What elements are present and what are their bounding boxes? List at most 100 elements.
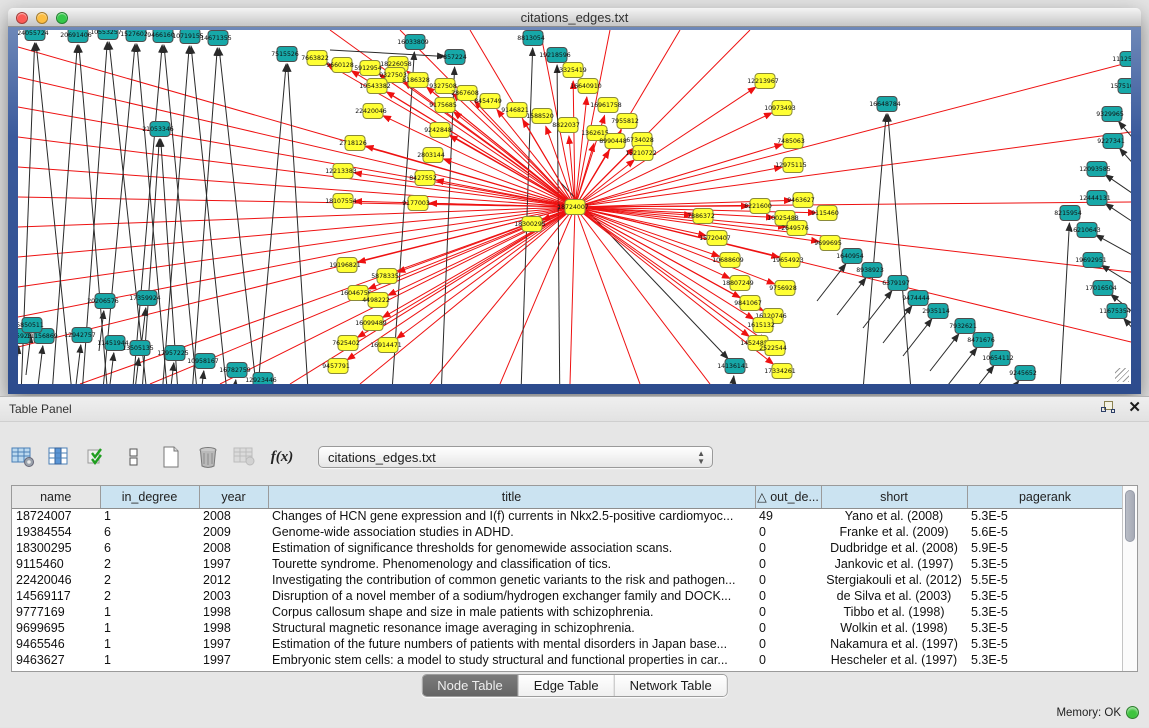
table-cell[interactable]: Stergiakouli et al. (2012)	[821, 572, 967, 588]
network-edge[interactable]	[109, 42, 150, 384]
new-table-icon[interactable]	[158, 444, 184, 470]
network-node[interactable]: 22420046	[355, 104, 387, 119]
table-select-dropdown[interactable]: citations_edges.txt ▲▼	[318, 446, 713, 468]
network-node[interactable]: 7485063	[777, 134, 805, 149]
memory-status-button[interactable]: Memory: OK	[1056, 706, 1139, 719]
network-node[interactable]: 5878335	[371, 269, 399, 284]
table-cell[interactable]: 1	[100, 508, 199, 524]
network-node[interactable]: 9175685	[429, 98, 457, 113]
network-edge[interactable]	[1105, 204, 1131, 230]
table-cell[interactable]: 1	[100, 620, 199, 636]
network-node[interactable]: 19654923	[772, 253, 804, 268]
network-node[interactable]: 9146821	[501, 103, 529, 118]
column-header[interactable]: in_degree	[100, 486, 199, 508]
table-cell[interactable]: 5.3E-5	[967, 620, 1123, 636]
table-cell[interactable]: 5.9E-5	[967, 540, 1123, 556]
table-cell[interactable]: 2	[100, 572, 199, 588]
network-edge[interactable]	[397, 207, 575, 338]
table-cell[interactable]: 1998	[199, 604, 268, 620]
network-node[interactable]: 2803144	[417, 148, 445, 163]
network-node[interactable]: 2935114	[922, 304, 950, 319]
column-header[interactable]: pagerank	[967, 486, 1123, 508]
network-node[interactable]: 11675354	[1099, 304, 1131, 319]
table-cell[interactable]: Hescheler et al. (1997)	[821, 652, 967, 668]
table-cell[interactable]: 9699695	[12, 620, 100, 636]
network-node[interactable]: 8471676	[967, 333, 995, 348]
network-node[interactable]: 20206576	[87, 294, 119, 309]
table-row[interactable]: 977716911998Corpus callosum shape and si…	[12, 604, 1123, 620]
network-node[interactable]: 9699695	[814, 236, 842, 251]
table-cell[interactable]: 0	[755, 652, 821, 668]
network-node[interactable]: 1527602	[120, 30, 148, 42]
table-row[interactable]: 1456911722003Disruption of a novel membe…	[12, 588, 1123, 604]
table-cell[interactable]: 5.3E-5	[967, 604, 1123, 620]
network-node[interactable]: 10553257	[90, 30, 122, 40]
table-cell[interactable]: Franke et al. (2009)	[821, 524, 967, 540]
table-cell[interactable]: Tibbo et al. (1998)	[821, 604, 967, 620]
network-edge[interactable]	[570, 207, 575, 384]
network-edge[interactable]	[1120, 148, 1131, 177]
network-node[interactable]: 5912954	[354, 61, 382, 76]
network-node[interactable]: 5850511	[18, 318, 44, 333]
network-node[interactable]: 9756928	[769, 281, 797, 296]
network-node[interactable]: 7663822	[301, 51, 329, 66]
table-cell[interactable]: 2009	[199, 524, 268, 540]
table-scrollbar-thumb[interactable]	[1125, 490, 1135, 542]
column-settings-icon[interactable]	[10, 444, 36, 470]
network-edge[interactable]	[948, 348, 977, 384]
network-edge[interactable]	[862, 114, 886, 384]
table-cell[interactable]: 1	[100, 636, 199, 652]
network-node[interactable]: 8215954	[1054, 206, 1082, 221]
table-cell[interactable]: 5.5E-5	[967, 572, 1123, 588]
table-cell[interactable]: 0	[755, 588, 821, 604]
network-node[interactable]: 17334261	[764, 364, 796, 379]
network-node[interactable]: 12444131	[1079, 191, 1111, 206]
network-edge[interactable]	[288, 64, 310, 384]
network-node[interactable]: 6379197	[882, 276, 910, 291]
table-cell[interactable]: 6	[100, 524, 199, 540]
network-node[interactable]: 13325419	[555, 63, 587, 78]
close-panel-icon[interactable]: ✕	[1128, 401, 1141, 415]
table-cell[interactable]: 1998	[199, 620, 268, 636]
network-edge[interactable]	[436, 180, 575, 207]
table-scrollbar[interactable]	[1122, 486, 1137, 671]
table-cell[interactable]: 1	[100, 604, 199, 620]
table-row[interactable]: 969969511998Structural magnetic resonanc…	[12, 620, 1123, 636]
network-node[interactable]: 9329965	[1096, 107, 1124, 122]
network-edge[interactable]	[38, 346, 43, 384]
network-node[interactable]: 17016504	[1085, 281, 1117, 296]
table-cell[interactable]: 18300295	[12, 540, 100, 556]
table-cell[interactable]: Investigating the contribution of common…	[268, 572, 755, 588]
table-cell[interactable]: 9115460	[12, 556, 100, 572]
network-node[interactable]: 16648784	[869, 97, 901, 112]
network-node[interactable]: 8427552	[409, 171, 437, 186]
network-node[interactable]: 19692951	[1075, 253, 1107, 268]
network-node[interactable]: 17957225	[157, 346, 189, 361]
network-edge[interactable]	[383, 207, 575, 318]
network-edge[interactable]	[358, 207, 575, 262]
network-edge[interactable]	[290, 207, 575, 384]
network-node[interactable]: 1640954	[836, 249, 864, 264]
network-node[interactable]: 9841067	[734, 296, 762, 311]
table-cell[interactable]: Disruption of a novel member of a sodium…	[268, 588, 755, 604]
network-edge[interactable]	[18, 207, 575, 287]
table-cell[interactable]: 9465546	[12, 636, 100, 652]
table-cell[interactable]: 2008	[199, 540, 268, 556]
table-cell[interactable]: Estimation of significance thresholds fo…	[268, 540, 755, 556]
network-node[interactable]: 7515526	[271, 47, 299, 62]
network-node[interactable]: 8813054	[517, 31, 545, 46]
table-cell[interactable]: Jankovic et al. (1997)	[821, 556, 967, 572]
network-edge[interactable]	[557, 65, 560, 384]
table-cell[interactable]: 2	[100, 556, 199, 572]
table-cell[interactable]: 19384554	[12, 524, 100, 540]
table-cell[interactable]: Wolkin et al. (1998)	[821, 620, 967, 636]
tab-network-table[interactable]: Network Table	[615, 675, 727, 696]
network-node[interactable]: 9245652	[1009, 366, 1037, 381]
network-edge[interactable]	[160, 46, 189, 384]
network-edge[interactable]	[450, 135, 575, 207]
network-node[interactable]: 16640910	[570, 79, 602, 94]
network-node[interactable]: 11125352	[1112, 52, 1131, 67]
network-node[interactable]: 10543382	[359, 79, 391, 94]
window-titlebar[interactable]: citations_edges.txt	[8, 8, 1141, 27]
network-node[interactable]: 9242848	[424, 123, 452, 138]
